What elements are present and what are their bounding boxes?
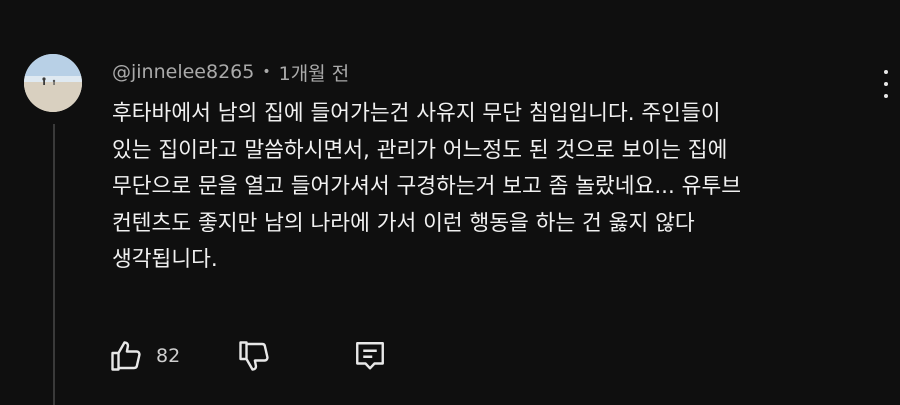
timestamp[interactable]: 1개월 전: [279, 59, 350, 86]
avatar[interactable]: [24, 54, 82, 112]
more-options-button[interactable]: [874, 66, 898, 102]
comment-line: 후타바에서 남의 집에 들어가는건 사유지 무단 침입입니다. 주인들이: [112, 101, 721, 126]
author-name[interactable]: @jinnelee8265: [112, 61, 254, 83]
meta-separator: •: [262, 64, 271, 80]
reply-button[interactable]: [352, 338, 388, 374]
dislike-button[interactable]: [236, 338, 272, 374]
comment-header: @jinnelee8265 • 1개월 전: [112, 58, 349, 86]
comment-line: 생각됩니다.: [112, 247, 218, 272]
reply-comment-icon: [356, 342, 385, 370]
thumb-down-icon: [239, 341, 269, 371]
comment-line: 컨텐츠도 좋지만 남의 나라에 가서 이런 행동을 하는 건 옳지 않다: [112, 210, 695, 236]
thumb-up-icon: [111, 341, 141, 371]
comment-card: @jinnelee8265 • 1개월 전 후타바에서 남의 집에 들어가는건 …: [0, 0, 900, 405]
comment-text: 후타바에서 남의 집에 들어가는건 사유지 무단 침입입니다. 주인들이 있는 …: [112, 96, 842, 279]
more-vertical-icon-dot: [884, 94, 888, 98]
more-vertical-icon: [884, 70, 888, 74]
comment-actions: 82: [108, 334, 388, 378]
thread-line: [53, 124, 55, 405]
more-vertical-icon-dot: [884, 82, 888, 86]
like-count: 82: [156, 345, 181, 367]
avatar-beach-photo: [24, 54, 82, 112]
like-button[interactable]: 82: [108, 338, 180, 374]
comment-line: 무단으로 문을 열고 들어가셔서 구경하는거 보고 좀 놀랐네요... 유투브: [112, 174, 742, 199]
comment-line: 있는 집이라고 말씀하시면서, 관리가 어느정도 된 것으로 보이는 집에: [112, 137, 728, 163]
